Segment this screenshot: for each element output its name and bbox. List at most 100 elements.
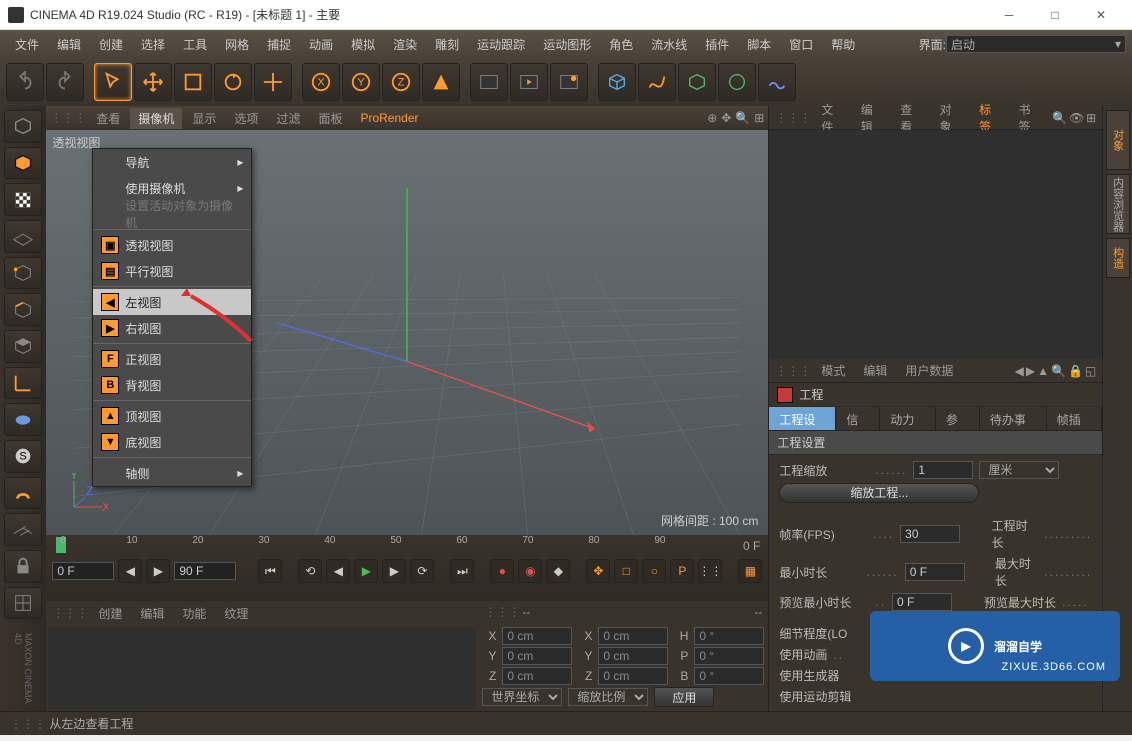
dock-objects-button[interactable]: 对象 xyxy=(1106,110,1130,170)
vp-pan-icon[interactable]: ✥ xyxy=(721,111,731,125)
apply-button[interactable]: 应用 xyxy=(654,687,714,707)
menu-animate[interactable]: 动画 xyxy=(300,30,342,58)
tab-project-settings[interactable]: 工程设置 xyxy=(769,407,836,430)
search-icon[interactable]: 🔍 xyxy=(1052,111,1067,125)
prev-frame-button[interactable]: ◀ xyxy=(326,559,350,583)
rot-p-input[interactable] xyxy=(694,647,764,665)
unit-select[interactable]: 厘米 xyxy=(979,461,1059,479)
goto-start-button[interactable]: ⏮ xyxy=(258,559,282,583)
nav-fwd-icon[interactable]: ▶ xyxy=(1026,364,1035,378)
texture-mode-button[interactable] xyxy=(4,183,42,216)
layers-icon[interactable]: ⊞ xyxy=(1086,111,1096,125)
key-scale-button[interactable]: □ xyxy=(614,559,638,583)
menu-pipeline[interactable]: 流水线 xyxy=(642,30,696,58)
next-frame-button[interactable]: ▶ xyxy=(382,559,406,583)
minimize-button[interactable]: ─ xyxy=(986,0,1032,30)
make-editable-button[interactable] xyxy=(4,110,42,143)
rot-h-input[interactable] xyxy=(694,627,764,645)
tab-todo[interactable]: 待办事项 xyxy=(980,407,1047,430)
redo-button[interactable] xyxy=(46,63,84,101)
key-rotate-button[interactable]: ○ xyxy=(642,559,666,583)
grid2-button[interactable] xyxy=(4,587,42,620)
cube-primitive-button[interactable] xyxy=(598,63,636,101)
end-frame-input[interactable] xyxy=(174,562,236,580)
menu-select[interactable]: 选择 xyxy=(132,30,174,58)
menu-character[interactable]: 角色 xyxy=(600,30,642,58)
size-z-input[interactable] xyxy=(598,667,668,685)
key-param-button[interactable]: P xyxy=(670,559,694,583)
dd-top-view[interactable]: ▲顶视图 xyxy=(93,403,251,429)
polygon-mode-button[interactable] xyxy=(4,330,42,363)
scale-mode-select[interactable]: 缩放比例 xyxy=(568,688,648,706)
vp-zoom-icon[interactable]: 🔍 xyxy=(735,111,750,125)
rotate-tool[interactable] xyxy=(214,63,252,101)
mat-func-tab[interactable]: 功能 xyxy=(174,603,214,624)
dd-perspective[interactable]: ▣透视视图 xyxy=(93,232,251,258)
dd-right-view[interactable]: ▶右视图 xyxy=(93,315,251,341)
environment-button[interactable] xyxy=(758,63,796,101)
vp-layout-icon[interactable]: ⊞ xyxy=(754,111,764,125)
select-tool[interactable] xyxy=(94,63,132,101)
menu-edit[interactable]: 编辑 xyxy=(48,30,90,58)
z-axis-button[interactable]: Z xyxy=(382,63,420,101)
layout-combo[interactable]: 启动 ▾ xyxy=(946,35,1126,53)
lock-icon[interactable]: 🔒 xyxy=(1068,364,1083,378)
menu-tools[interactable]: 工具 xyxy=(174,30,216,58)
size-y-input[interactable] xyxy=(598,647,668,665)
undo-button[interactable] xyxy=(6,63,44,101)
scale-input[interactable] xyxy=(913,461,973,479)
timeline-open-button[interactable]: ▦ xyxy=(738,559,762,583)
prev-key-button[interactable]: ⟲ xyxy=(298,559,322,583)
menu-window[interactable]: 窗口 xyxy=(780,30,822,58)
menu-mograph[interactable]: 运动图形 xyxy=(534,30,600,58)
dd-back-view[interactable]: B背视图 xyxy=(93,372,251,398)
dd-bottom-view[interactable]: ▼底视图 xyxy=(93,429,251,455)
vp-display-tab[interactable]: 显示 xyxy=(184,108,224,129)
play-button[interactable]: ▶ xyxy=(354,559,378,583)
key-move-button[interactable]: ✥ xyxy=(586,559,610,583)
dd-front-view[interactable]: F正视图 xyxy=(93,346,251,372)
rot-b-input[interactable] xyxy=(694,667,764,685)
fps-input[interactable] xyxy=(900,525,960,543)
pmin-input[interactable] xyxy=(892,593,952,611)
viewport-solo-button[interactable] xyxy=(4,403,42,436)
mintime-input[interactable] xyxy=(905,563,965,581)
menu-simulate[interactable]: 模拟 xyxy=(342,30,384,58)
menu-sculpt[interactable]: 雕刻 xyxy=(426,30,468,58)
edge-mode-button[interactable] xyxy=(4,293,42,326)
dd-axonometric[interactable]: 轴侧▸ xyxy=(93,460,251,486)
close-button[interactable]: ✕ xyxy=(1078,0,1124,30)
scale-project-button[interactable]: 缩放工程... xyxy=(779,483,979,503)
menu-script[interactable]: 脚本 xyxy=(738,30,780,58)
render-active-button[interactable] xyxy=(550,63,588,101)
scale-tool[interactable] xyxy=(174,63,212,101)
keyframe-button[interactable]: ◆ xyxy=(546,559,570,583)
attr-edit-tab[interactable]: 编辑 xyxy=(855,360,895,381)
key-pla-button[interactable]: ⋮⋮ xyxy=(698,559,722,583)
generator-button[interactable] xyxy=(678,63,716,101)
menu-mesh[interactable]: 网格 xyxy=(216,30,258,58)
range-end-button[interactable]: ▶ xyxy=(146,559,170,583)
dd-parallel[interactable]: ▤平行视图 xyxy=(93,258,251,284)
attr-mode-tab[interactable]: 模式 xyxy=(813,360,853,381)
vp-options-tab[interactable]: 选项 xyxy=(226,108,266,129)
next-key-button[interactable]: ⟳ xyxy=(410,559,434,583)
vp-camera-tab[interactable]: 摄像机 xyxy=(130,108,182,129)
vp-nav-icon[interactable]: ⊕ xyxy=(707,111,717,125)
vp-prorender-tab[interactable]: ProRender xyxy=(352,109,426,127)
model-mode-button[interactable] xyxy=(4,147,42,180)
start-frame-input[interactable] xyxy=(52,562,114,580)
nav-back-icon[interactable]: ◀ xyxy=(1015,364,1024,378)
object-manager-tree[interactable] xyxy=(769,130,1102,359)
dock-structure-button[interactable]: 构造 xyxy=(1106,238,1130,278)
vp-view-tab[interactable]: 查看 xyxy=(88,108,128,129)
workplane-button[interactable] xyxy=(4,220,42,253)
render-view-button[interactable] xyxy=(510,63,548,101)
pos-z-input[interactable] xyxy=(502,667,572,685)
tab-interp[interactable]: 帧插值 xyxy=(1047,407,1102,430)
point-mode-button[interactable] xyxy=(4,257,42,290)
menu-render[interactable]: 渲染 xyxy=(384,30,426,58)
menu-tracker[interactable]: 运动跟踪 xyxy=(468,30,534,58)
menu-file[interactable]: 文件 xyxy=(6,30,48,58)
pos-y-input[interactable] xyxy=(502,647,572,665)
